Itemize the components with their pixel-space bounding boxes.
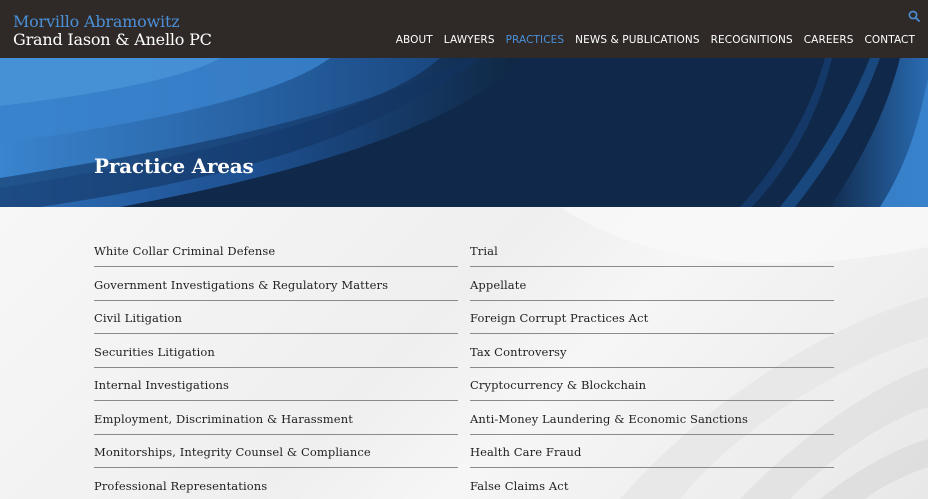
practice-link[interactable]: False Claims Act bbox=[470, 479, 569, 493]
main-nav: ABOUT LAWYERS PRACTICES NEWS & PUBLICATI… bbox=[385, 34, 915, 46]
list-item[interactable]: Monitorships, Integrity Counsel & Compli… bbox=[94, 435, 458, 468]
list-item[interactable]: Tax Controversy bbox=[470, 334, 834, 368]
practice-list-right: Trial Appellate Foreign Corrupt Practice… bbox=[470, 237, 834, 499]
list-item[interactable]: Securities Litigation bbox=[94, 334, 458, 368]
search-icon[interactable] bbox=[908, 10, 920, 22]
nav-lawyers[interactable]: LAWYERS bbox=[444, 34, 495, 46]
practice-link[interactable]: Civil Litigation bbox=[94, 311, 182, 325]
list-item[interactable]: Employment, Discrimination & Harassment bbox=[94, 401, 458, 435]
practice-link[interactable]: White Collar Criminal Defense bbox=[94, 244, 275, 258]
firm-logo[interactable]: Morvillo Abramowitz Grand Iason & Anello… bbox=[13, 13, 212, 49]
practice-areas-section: White Collar Criminal Defense Government… bbox=[0, 207, 928, 499]
practice-link[interactable]: Professional Representations bbox=[94, 479, 267, 493]
nav-careers[interactable]: CAREERS bbox=[804, 34, 854, 46]
nav-about[interactable]: ABOUT bbox=[396, 34, 433, 46]
hero-banner: Practice Areas bbox=[0, 58, 928, 207]
list-item[interactable]: Professional Representations bbox=[94, 468, 458, 499]
nav-practices[interactable]: PRACTICES bbox=[506, 34, 565, 46]
list-item[interactable]: Health Care Fraud bbox=[470, 435, 834, 468]
practice-link[interactable]: Trial bbox=[470, 244, 498, 258]
list-item[interactable]: White Collar Criminal Defense bbox=[94, 237, 458, 267]
site-header: Morvillo Abramowitz Grand Iason & Anello… bbox=[0, 0, 928, 58]
list-item[interactable]: Anti-Money Laundering & Economic Sanctio… bbox=[470, 401, 834, 435]
practice-list-left: White Collar Criminal Defense Government… bbox=[94, 237, 458, 499]
practice-link[interactable]: Securities Litigation bbox=[94, 345, 215, 359]
list-item[interactable]: Government Investigations & Regulatory M… bbox=[94, 267, 458, 301]
list-item[interactable]: Civil Litigation bbox=[94, 301, 458, 334]
list-item[interactable]: Foreign Corrupt Practices Act bbox=[470, 301, 834, 334]
practice-link[interactable]: Internal Investigations bbox=[94, 378, 229, 392]
list-item[interactable]: Internal Investigations bbox=[94, 368, 458, 401]
page-title: Practice Areas bbox=[94, 154, 254, 178]
practice-link[interactable]: Anti-Money Laundering & Economic Sanctio… bbox=[470, 412, 748, 426]
practice-link[interactable]: Tax Controversy bbox=[470, 345, 567, 359]
nav-news-publications[interactable]: NEWS & PUBLICATIONS bbox=[575, 34, 699, 46]
logo-line-1: Morvillo Abramowitz bbox=[13, 12, 180, 31]
list-item[interactable]: Appellate bbox=[470, 267, 834, 301]
practice-link[interactable]: Appellate bbox=[470, 278, 526, 292]
nav-recognitions[interactable]: RECOGNITIONS bbox=[711, 34, 793, 46]
list-item[interactable]: False Claims Act bbox=[470, 468, 834, 499]
list-item[interactable]: Cryptocurrency & Blockchain bbox=[470, 368, 834, 401]
practice-link[interactable]: Government Investigations & Regulatory M… bbox=[94, 278, 388, 292]
practice-link[interactable]: Foreign Corrupt Practices Act bbox=[470, 311, 648, 325]
hero-background-waves bbox=[0, 58, 928, 207]
nav-contact[interactable]: CONTACT bbox=[865, 34, 916, 46]
practice-link[interactable]: Health Care Fraud bbox=[470, 445, 581, 459]
logo-line-2: Grand Iason & Anello PC bbox=[13, 30, 212, 49]
list-item[interactable]: Trial bbox=[470, 237, 834, 267]
practice-link[interactable]: Cryptocurrency & Blockchain bbox=[470, 378, 646, 392]
practice-link[interactable]: Employment, Discrimination & Harassment bbox=[94, 412, 353, 426]
practice-link[interactable]: Monitorships, Integrity Counsel & Compli… bbox=[94, 445, 371, 459]
